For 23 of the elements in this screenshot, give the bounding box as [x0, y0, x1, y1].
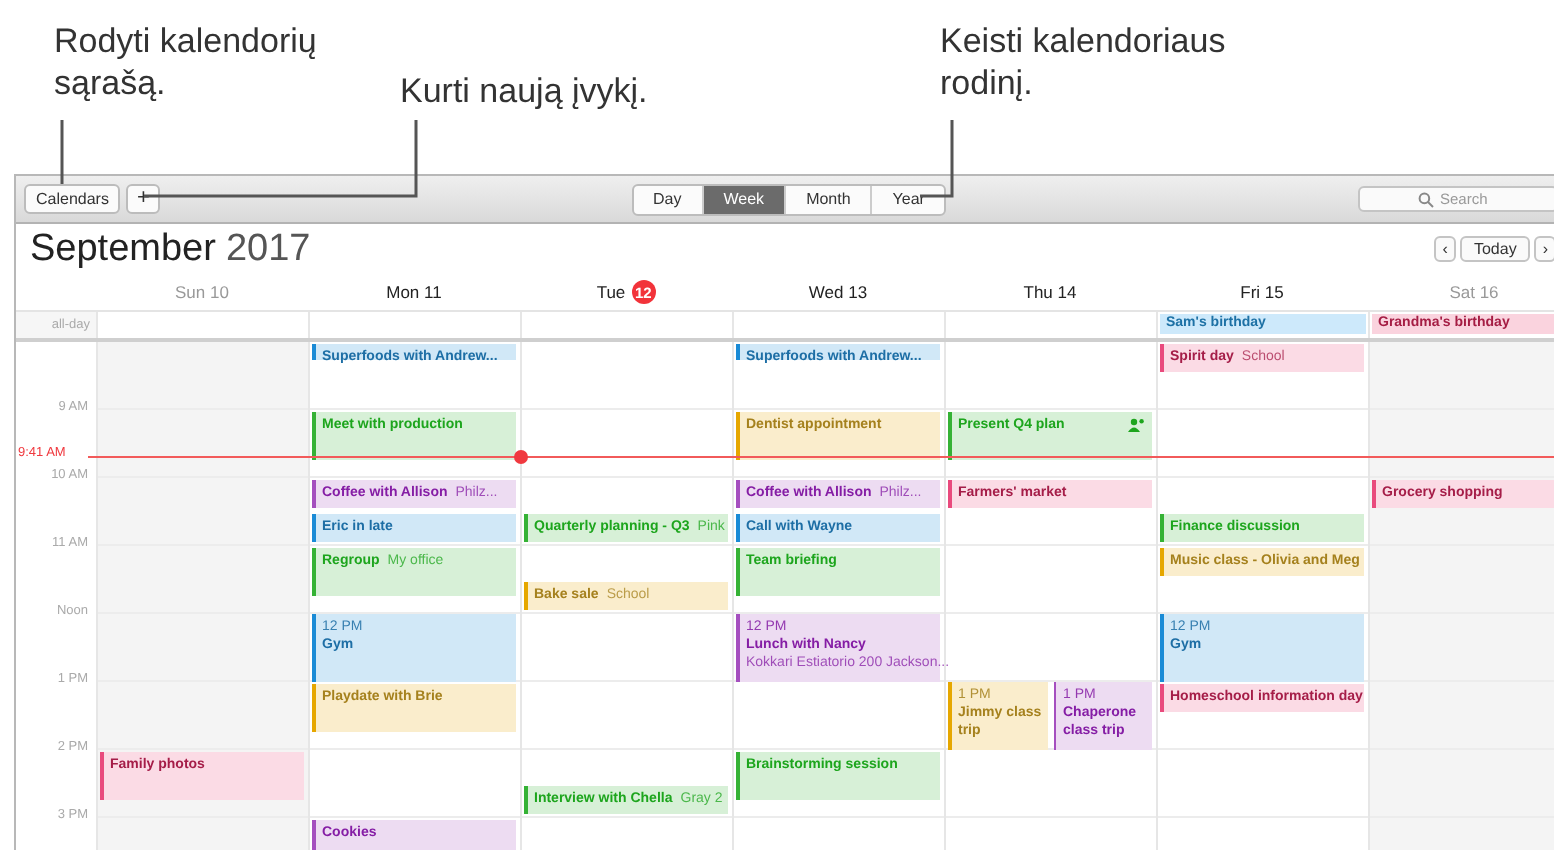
callout-text: Keisti kalendoriaus rodinį.: [940, 20, 1228, 104]
day-header: Tue: [596, 282, 626, 302]
callout-text: Kurti naują įvykį.: [400, 70, 648, 112]
search-icon: [1418, 191, 1434, 207]
calendars-button[interactable]: Calendars: [24, 184, 121, 214]
day-header: Sun 10: [175, 282, 229, 302]
leader-line: [60, 120, 64, 184]
next-week-button[interactable]: ›: [1534, 236, 1554, 262]
day-header: Fri 15: [1240, 282, 1284, 302]
leader-line: [920, 120, 954, 198]
current-time-dot: [514, 450, 528, 465]
view-tab[interactable]: Week: [703, 185, 787, 213]
view-tab[interactable]: Year: [872, 185, 945, 213]
day-header: Sat 16: [1449, 282, 1499, 302]
callout-text: Rodyti kalendorių sąrašą.: [54, 20, 319, 104]
view-tab[interactable]: Month: [786, 185, 873, 213]
year-title: 2017: [225, 227, 311, 271]
day-header: Mon 11: [386, 282, 442, 302]
day-header: Wed 13: [808, 282, 868, 302]
today-button[interactable]: Today: [1459, 236, 1531, 262]
month-title: September: [30, 227, 216, 271]
day-header: Thu 14: [1023, 282, 1077, 302]
previous-week-button[interactable]: ‹: [1434, 236, 1456, 262]
